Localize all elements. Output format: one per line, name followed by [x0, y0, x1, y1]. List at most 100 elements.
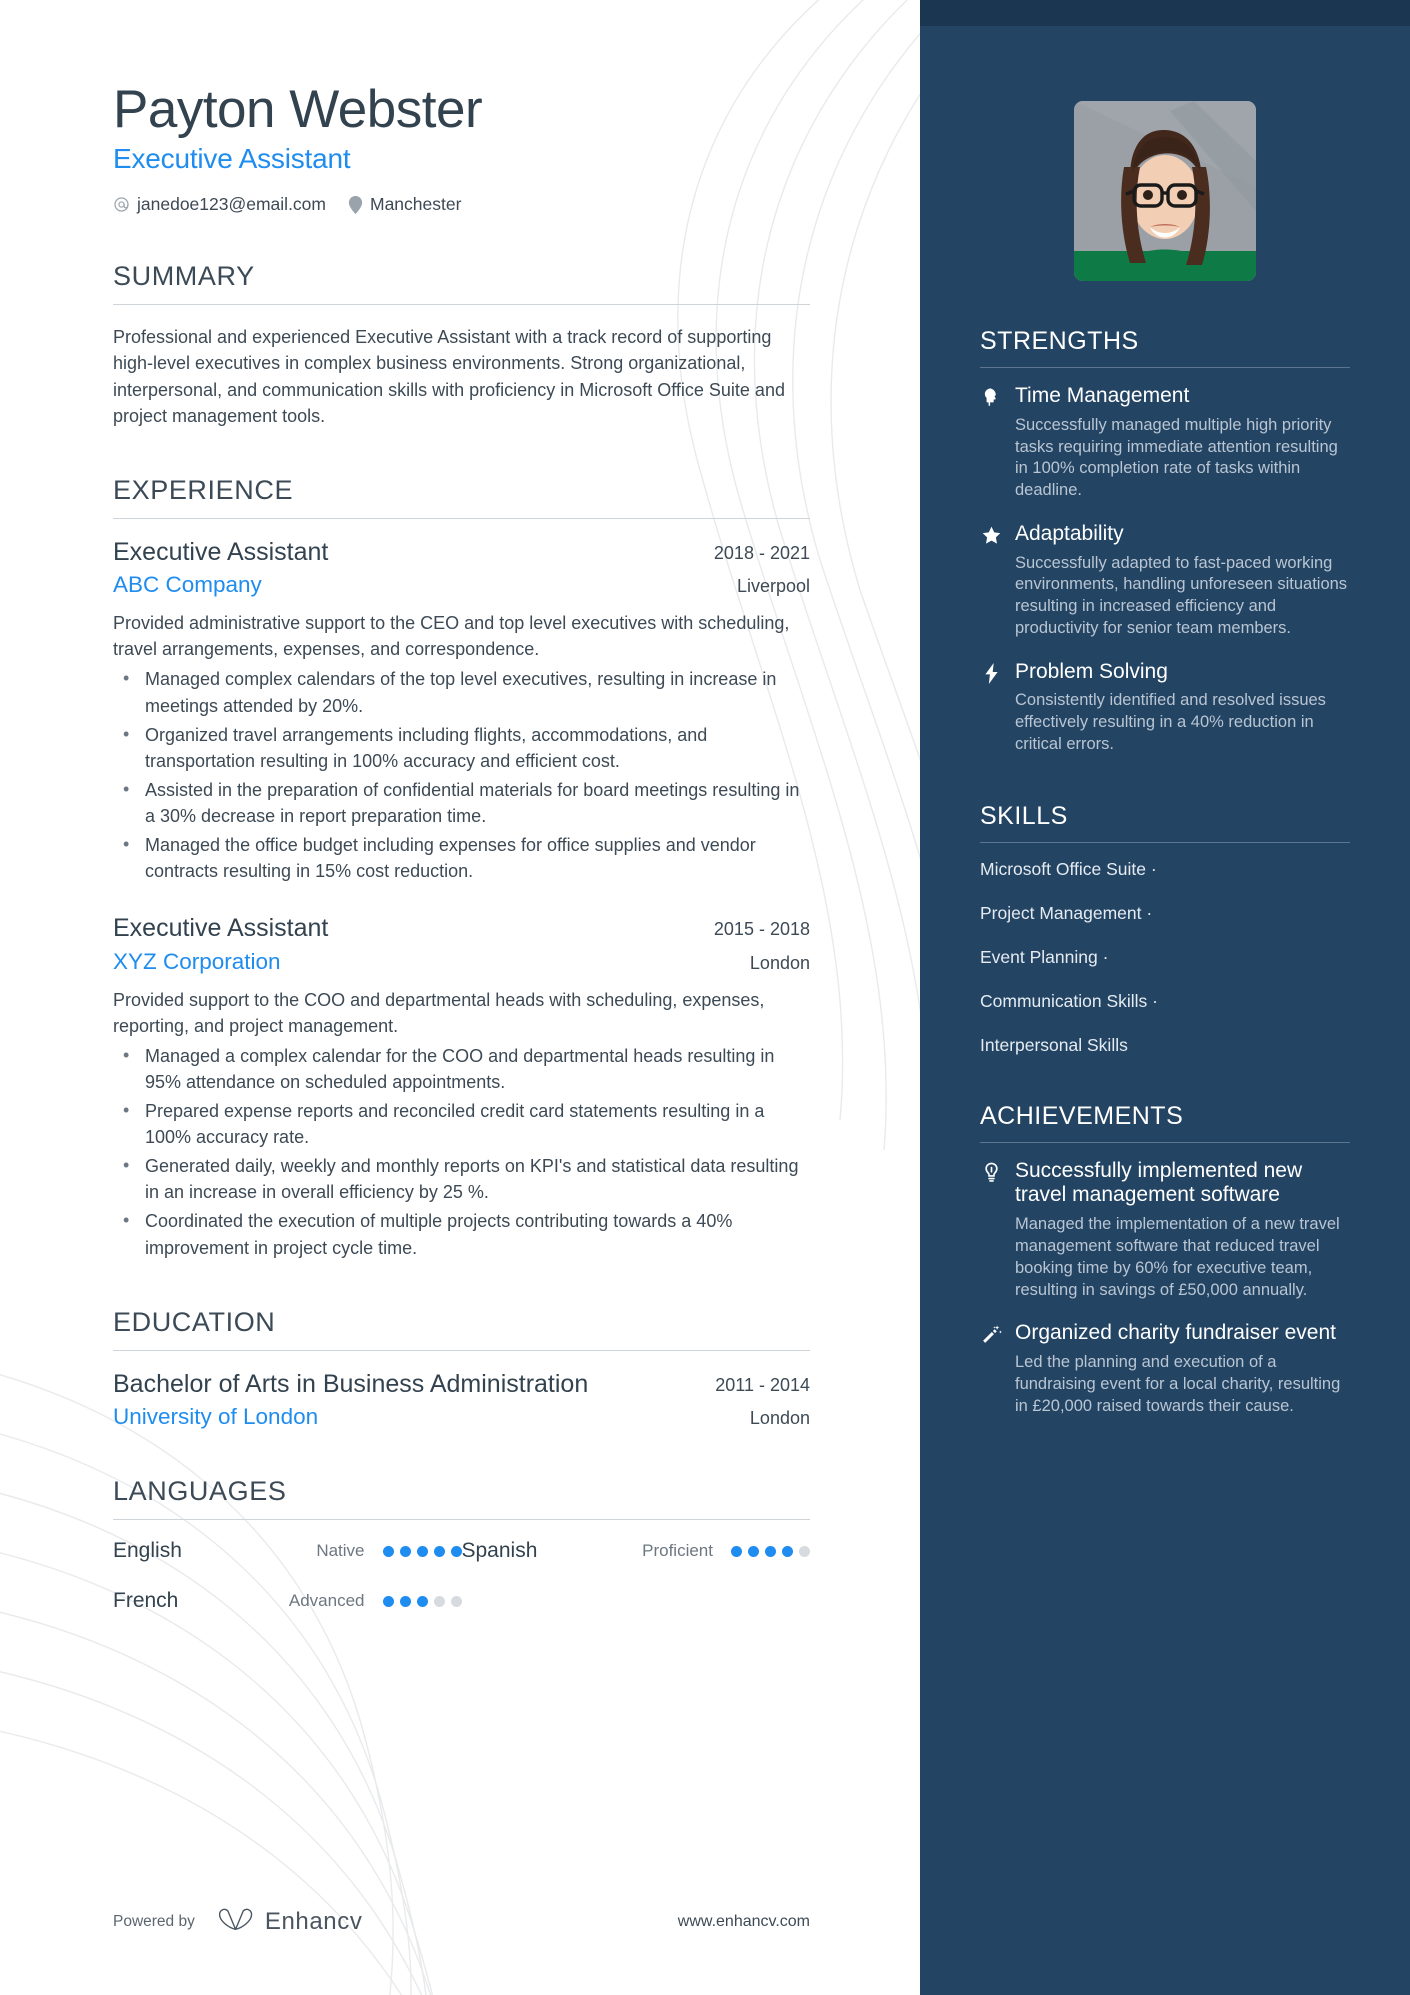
page-title: Payton Webster: [113, 80, 483, 139]
achievement-title: Successfully implemented new travel mana…: [1015, 1158, 1303, 1207]
contact-location[interactable]: Manchester: [348, 194, 461, 215]
strength-description: Successfully adapted to fast-paced worki…: [1015, 553, 1348, 637]
job-bullet-list: Managed a complex calendar for the COO a…: [113, 1042, 810, 1261]
rating-dot: [416, 1545, 428, 1557]
skill-separator: ·: [1146, 858, 1157, 879]
job-description: Provided support to the COO and departme…: [113, 989, 765, 1036]
location-pin-icon: [348, 195, 363, 214]
skill-item: Interpersonal Skills: [980, 1035, 1350, 1056]
job-bullet: Generated daily, weekly and monthly repo…: [113, 1152, 810, 1205]
resume-page: Payton Webster Executive Assistant janed…: [0, 0, 1410, 1995]
skills-list: Microsoft Office Suite · Project Manageme…: [980, 859, 1350, 1056]
job-date-range: 2015 - 2018: [713, 919, 810, 940]
divider: [113, 517, 810, 519]
contact-email-text: janedoe123@email.com: [137, 194, 326, 215]
job-role-subtitle: Executive Assistant: [113, 143, 351, 175]
education-heading: EDUCATION: [113, 1306, 276, 1337]
languages-list: English Native Spanish Proficient French Adva…: [113, 1539, 810, 1639]
rating-dot: [799, 1545, 810, 1557]
mind-head-icon: [980, 384, 1002, 502]
footer: Powered by Enhancv www.enhancv.com: [113, 1906, 810, 1937]
skill-label: Microsoft Office Suite: [980, 858, 1146, 879]
email-icon: [113, 196, 130, 213]
avatar-wrap: [980, 101, 1350, 281]
education-entry: Bachelor of Arts in Business Administrat…: [113, 1370, 810, 1431]
language-level: Proficient: [642, 1541, 713, 1561]
rating-dot: [416, 1595, 428, 1607]
language-level: Native: [316, 1541, 365, 1561]
skill-item: Microsoft Office Suite ·: [980, 859, 1350, 880]
experience-section: EXPERIENCE Executive Assistant 2018 - 202…: [113, 475, 810, 1261]
language-item: French Advanced: [113, 1589, 462, 1613]
entry-header: Executive Assistant 2015 - 2018: [113, 914, 810, 944]
enhancv-url[interactable]: www.enhancv.com: [678, 1913, 810, 1931]
language-rating-dots: [382, 1545, 462, 1557]
company-name[interactable]: ABC Company: [113, 572, 262, 598]
star-icon: [980, 522, 1002, 640]
achievement-item: Organized charity fundraiser event Led th…: [980, 1321, 1350, 1417]
achievement-description: Led the planning and execution of a fund…: [1015, 1353, 1341, 1415]
entry-header: Bachelor of Arts in Business Administrat…: [113, 1370, 810, 1400]
contact-row: janedoe123@email.com Manchester: [113, 194, 810, 215]
job-location: London: [749, 952, 810, 973]
rating-dot: [433, 1595, 445, 1607]
summary-section: SUMMARY Professional and experienced Exe…: [113, 261, 810, 428]
job-bullet: Prepared expense reports and reconciled …: [113, 1097, 810, 1150]
strength-title: Adaptability: [1015, 521, 1124, 545]
divider: [980, 367, 1350, 368]
experience-heading: EXPERIENCE: [113, 474, 294, 505]
main-column: Payton Webster Executive Assistant janed…: [0, 0, 920, 1995]
job-date-range: 2018 - 2021: [713, 542, 810, 563]
strength-item: Problem Solving Consistently identified a…: [980, 660, 1350, 756]
experience-entry: Executive Assistant 2015 - 2018 XYZ Corpor…: [113, 914, 810, 1260]
company-name[interactable]: XYZ Corporation: [113, 949, 281, 975]
skills-section: SKILLS Microsoft Office Suite · Project M…: [980, 802, 1350, 1056]
job-bullet: Coordinated the execution of multiple pr…: [113, 1207, 810, 1260]
languages-section: LANGUAGES English Native Spanish Proficient…: [113, 1476, 810, 1639]
contact-email[interactable]: janedoe123@email.com: [113, 194, 326, 215]
job-bullet-list: Managed complex calendars of the top lev…: [113, 665, 810, 884]
contact-location-text: Manchester: [370, 194, 462, 215]
strength-item: Adaptability Successfully adapted to fast…: [980, 522, 1350, 640]
school-name[interactable]: University of London: [113, 1404, 318, 1430]
enhancv-logo-icon: [217, 1906, 255, 1937]
job-bullet: Managed complex calendars of the top lev…: [113, 665, 810, 718]
rating-dot: [450, 1595, 462, 1607]
strengths-list: Time Management Successfully managed mult…: [980, 384, 1350, 756]
job-bullet: Assisted in the preparation of confident…: [113, 776, 810, 829]
rating-dot: [433, 1545, 445, 1557]
enhancv-brand[interactable]: Enhancv: [217, 1906, 363, 1937]
lightning-bolt-icon: [980, 660, 1002, 756]
rating-dot: [450, 1545, 462, 1557]
language-item: English Native: [113, 1539, 462, 1563]
strength-description: Consistently identified and resolved iss…: [1015, 691, 1326, 753]
job-title: Executive Assistant: [113, 537, 329, 566]
job-location: Liverpool: [736, 576, 810, 597]
rating-dot: [748, 1545, 759, 1557]
skills-heading: SKILLS: [980, 801, 1068, 830]
strengths-section: STRENGTHS Time Management Successfully ma…: [980, 327, 1350, 756]
rating-dot: [382, 1545, 394, 1557]
strength-item: Time Management Successfully managed mult…: [980, 384, 1350, 502]
achievement-item: Successfully implemented new travel mana…: [980, 1159, 1350, 1302]
education-section: EDUCATION Bachelor of Arts in Business A…: [113, 1307, 810, 1431]
job-description: Provided administrative support to the C…: [113, 613, 790, 660]
achievement-description: Managed the implementation of a new trav…: [1015, 1215, 1340, 1299]
language-item: Spanish Proficient: [462, 1539, 810, 1563]
divider: [113, 1519, 810, 1521]
degree-title: Bachelor of Arts in Business Administrat…: [113, 1369, 589, 1398]
skill-separator: ·: [1097, 946, 1109, 967]
lightbulb-icon: [980, 1159, 1002, 1302]
skill-item: Project Management ·: [980, 903, 1350, 924]
rating-dot: [382, 1595, 394, 1607]
skill-label: Interpersonal Skills: [980, 1034, 1128, 1055]
job-bullet: Managed a complex calendar for the COO a…: [113, 1042, 810, 1095]
strength-description: Successfully managed multiple high prior…: [1015, 415, 1338, 500]
skill-item: Event Planning ·: [980, 947, 1350, 968]
degree-date-range: 2011 - 2014: [715, 1374, 810, 1395]
education-list: Bachelor of Arts in Business Administrat…: [113, 1370, 810, 1431]
school-location: London: [749, 1408, 810, 1429]
avatar: [1074, 101, 1256, 281]
rating-dot: [731, 1545, 742, 1557]
divider: [113, 304, 810, 306]
